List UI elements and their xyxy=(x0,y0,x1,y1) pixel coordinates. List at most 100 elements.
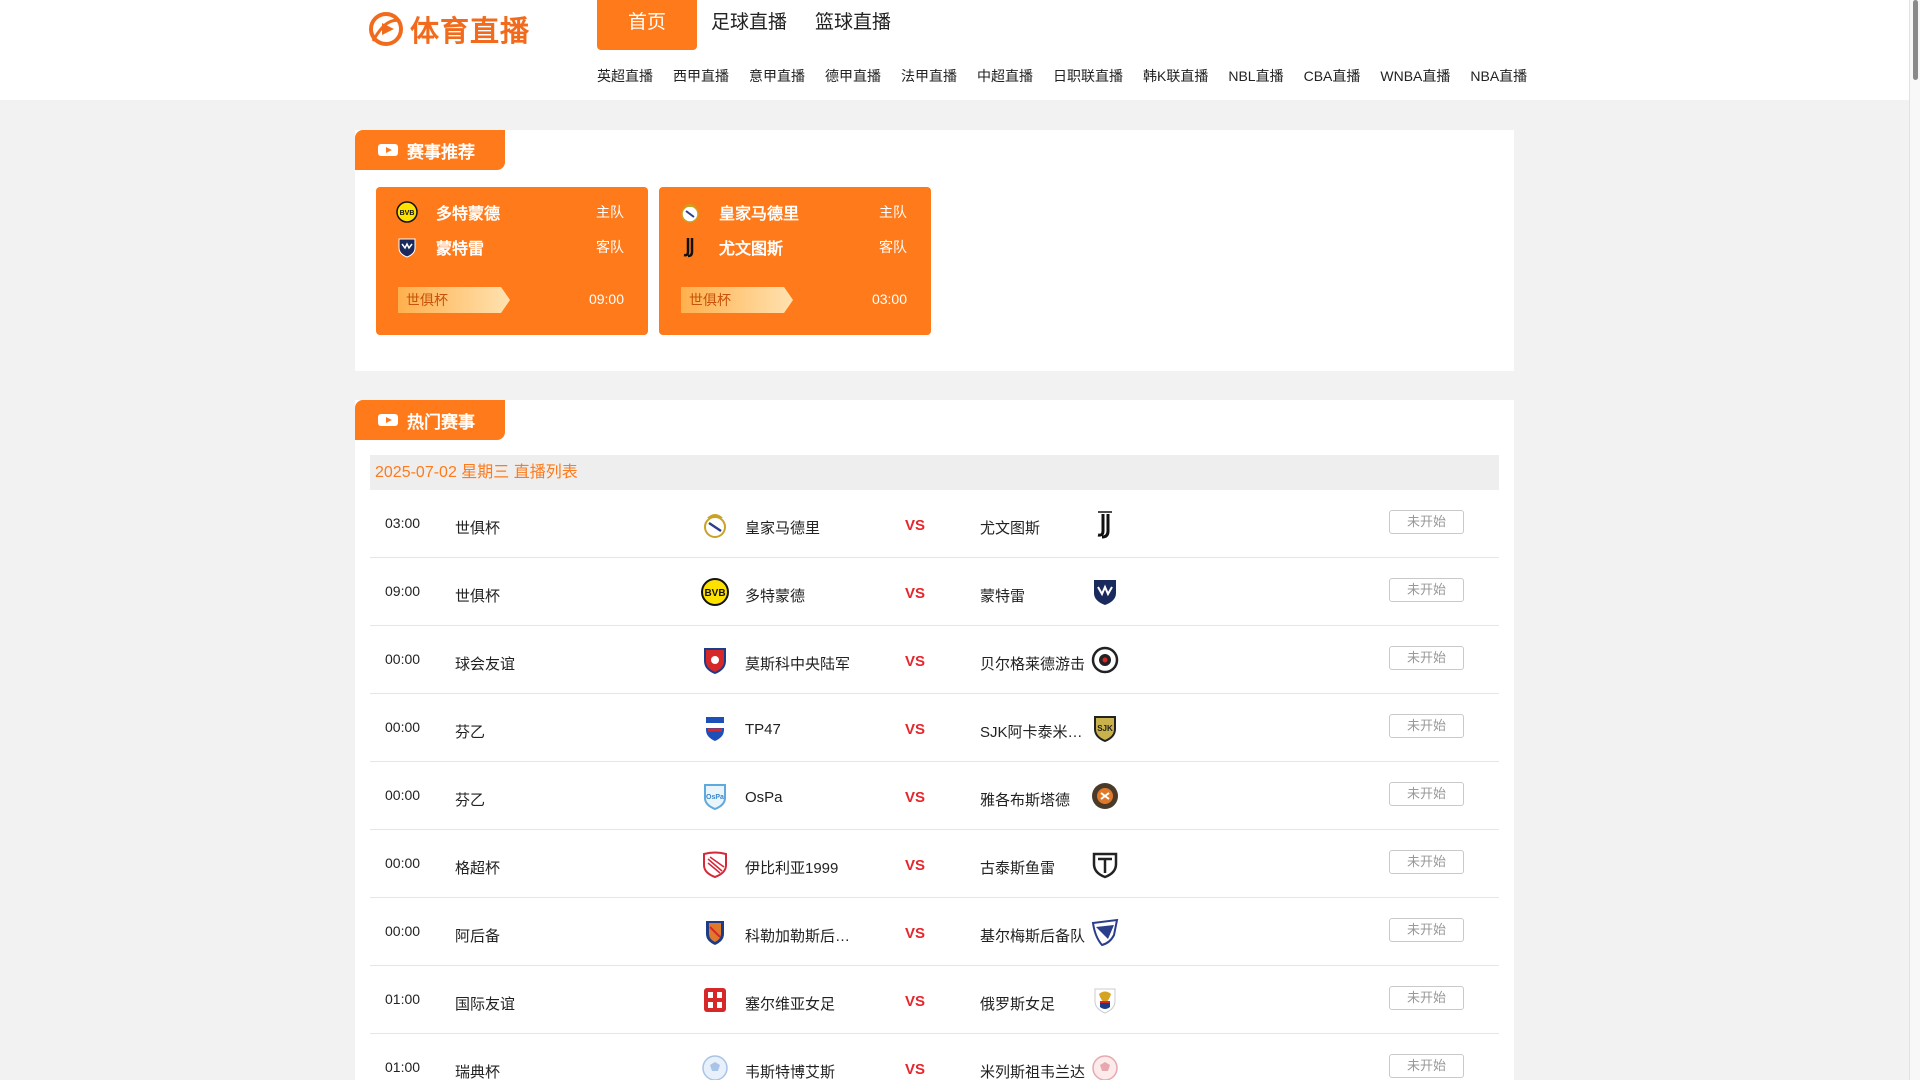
match-row[interactable]: 00:00 阿后备 科勒加勒斯后… VS 基尔梅斯后备队 未开始 xyxy=(370,898,1499,966)
video-camera-icon xyxy=(378,414,398,426)
nav-cba[interactable]: CBA直播 xyxy=(1304,66,1361,86)
match-home-team: 科勒加勒斯后… xyxy=(745,928,851,945)
jakobstad-badge-icon xyxy=(1092,783,1118,809)
nav-ligue1[interactable]: 法甲直播 xyxy=(901,66,957,86)
match-status-button[interactable]: 未开始 xyxy=(1389,1054,1464,1078)
card-time: 09:00 xyxy=(588,291,624,307)
match-status-button[interactable]: 未开始 xyxy=(1389,850,1464,874)
vs-label: VS xyxy=(905,789,926,806)
match-away-team: 贝尔格莱德游击 xyxy=(980,656,1086,673)
nav-wnba[interactable]: WNBA直播 xyxy=(1380,66,1450,86)
card-time: 03:00 xyxy=(871,291,907,307)
torpedo-badge-icon xyxy=(1092,852,1118,879)
tp47-badge-icon xyxy=(706,717,724,741)
match-time: 09:00 xyxy=(385,583,421,599)
match-row[interactable]: 01:00 国际友谊 塞尔维亚女足 VS 俄罗斯女足 未开始 xyxy=(370,966,1499,1034)
card-home-row: 皇家马德里 主队 xyxy=(679,199,907,225)
match-home-team: 多特蒙德 xyxy=(745,588,806,605)
match-away-team: 俄罗斯女足 xyxy=(980,996,1056,1013)
logo-text: 体育直播 xyxy=(410,14,531,48)
match-home-team: TP47 xyxy=(745,721,781,738)
nav-jleague[interactable]: 日职联直播 xyxy=(1053,66,1123,86)
match-away-team: 基尔梅斯后备队 xyxy=(980,928,1086,945)
monterrey-badge-icon xyxy=(1094,580,1116,605)
match-time: 00:00 xyxy=(385,787,421,803)
match-away-team: 古泰斯鱼雷 xyxy=(980,860,1056,877)
nav-kleague[interactable]: 韩K联直播 xyxy=(1143,66,1208,86)
scrollbar-thumb[interactable] xyxy=(1913,0,1918,80)
match-league: 瑞典杯 xyxy=(455,1064,501,1080)
vs-label: VS xyxy=(905,517,926,534)
match-row[interactable]: 00:00 芬乙 OsPa OsPa VS 雅各布斯塔德 未开始 xyxy=(370,762,1499,830)
quilmes-badge-icon xyxy=(1091,918,1119,947)
match-home-team: 韦斯特博艾斯 xyxy=(745,1064,836,1080)
match-row[interactable]: 01:00 瑞典杯 韦斯特博艾斯 VS 米列斯祖韦兰达 未开始 xyxy=(370,1034,1499,1080)
match-league: 阿后备 xyxy=(455,928,501,945)
nav-csl[interactable]: 中超直播 xyxy=(977,66,1033,86)
nav-basketball-live[interactable]: 篮球直播 xyxy=(801,0,905,50)
card-home-row: BVB 多特蒙德 主队 xyxy=(396,199,624,225)
nav-seriea[interactable]: 意甲直播 xyxy=(749,66,805,86)
svg-text:SJK: SJK xyxy=(1097,724,1113,733)
match-row[interactable]: 00:00 格超杯 伊比利亚1999 VS 古泰斯鱼雷 未开始 xyxy=(370,830,1499,898)
match-status-button[interactable]: 未开始 xyxy=(1389,714,1464,738)
match-home-team: 伊比利亚1999 xyxy=(745,860,839,877)
recommend-card[interactable]: 皇家马德里 主队 尤文图斯 客队 世俱杯 03:00 xyxy=(659,187,931,335)
card-away-row: 蒙特雷 客队 xyxy=(396,234,624,260)
vs-label: VS xyxy=(905,993,926,1010)
hot-matches-panel: 热门赛事 2025-07-02 星期三 直播列表 03:00 世俱杯 皇家马德里… xyxy=(355,400,1514,1080)
svg-text:BVB: BVB xyxy=(400,210,415,217)
match-status-button[interactable]: 未开始 xyxy=(1389,510,1464,534)
match-away-team: 米列斯祖韦兰达 xyxy=(980,1064,1086,1080)
vs-label: VS xyxy=(905,925,926,942)
real-madrid-badge-icon xyxy=(679,201,701,223)
match-row[interactable]: 00:00 球会友谊 莫斯科中央陆军 VS 贝尔格莱德游击 未开始 xyxy=(370,626,1499,694)
juventus-badge-icon xyxy=(1097,511,1112,539)
match-status-button[interactable]: 未开始 xyxy=(1389,646,1464,670)
juventus-badge-icon xyxy=(679,236,701,258)
nav-nba[interactable]: NBA直播 xyxy=(1470,66,1527,86)
match-league: 国际友谊 xyxy=(455,996,516,1013)
nav-bundesliga[interactable]: 德甲直播 xyxy=(825,66,881,86)
sjk-badge-icon: SJK xyxy=(1094,716,1116,743)
recommend-panel: 赛事推荐 BVB 多特蒙德 主队 蒙特雷 客队 世俱杯 09:00 皇家马德里 … xyxy=(355,130,1514,371)
match-league: 格超杯 xyxy=(455,860,501,877)
match-row[interactable]: 03:00 世俱杯 皇家马德里 VS 尤文图斯 未开始 xyxy=(370,490,1499,558)
match-status-button[interactable]: 未开始 xyxy=(1389,578,1464,602)
nav-football-live[interactable]: 足球直播 xyxy=(697,0,801,50)
nav-laliga[interactable]: 西甲直播 xyxy=(673,66,729,86)
real-madrid-badge-icon xyxy=(704,514,726,538)
card-away-row: 尤文图斯 客队 xyxy=(679,234,907,260)
match-time: 01:00 xyxy=(385,991,421,1007)
serbia-badge-icon xyxy=(704,988,726,1012)
match-row[interactable]: 00:00 芬乙 TP47 VS SJK阿卡泰米… SJK 未开始 xyxy=(370,694,1499,762)
match-status-button[interactable]: 未开始 xyxy=(1389,986,1464,1010)
match-time: 00:00 xyxy=(385,651,421,667)
generic-ball-badge-icon xyxy=(1092,1055,1118,1080)
match-home-team: 塞尔维亚女足 xyxy=(745,996,836,1013)
match-away-team: SJK阿卡泰米… xyxy=(980,724,1083,741)
card-home-team: 多特蒙德 xyxy=(436,206,501,223)
card-league: 世俱杯 xyxy=(681,287,793,313)
nav-epl[interactable]: 英超直播 xyxy=(597,66,653,86)
match-league: 球会友谊 xyxy=(455,656,516,673)
card-league: 世俱杯 xyxy=(398,287,510,313)
logo-icon xyxy=(369,12,403,46)
match-league: 世俱杯 xyxy=(455,588,501,605)
match-status-button[interactable]: 未开始 xyxy=(1389,782,1464,806)
match-league: 芬乙 xyxy=(455,724,486,741)
nav-nbl[interactable]: NBL直播 xyxy=(1228,66,1283,86)
russia-badge-icon xyxy=(1094,988,1116,1014)
nav-home[interactable]: 首页 xyxy=(597,0,697,50)
match-row[interactable]: 09:00 世俱杯 BVB 多特蒙德 VS 蒙特雷 未开始 xyxy=(370,558,1499,626)
dortmund-badge-icon: BVB xyxy=(701,578,729,606)
date-heading: 2025-07-02 星期三 直播列表 xyxy=(370,455,1499,490)
site-logo[interactable]: 体育直播 xyxy=(368,8,530,50)
match-away-team: 雅各布斯塔德 xyxy=(980,792,1071,809)
ospa-badge-icon: OsPa xyxy=(704,784,726,811)
card-home-role: 主队 xyxy=(596,204,624,220)
card-away-team: 尤文图斯 xyxy=(719,241,784,258)
page-scrollbar[interactable] xyxy=(1909,0,1920,1080)
recommend-card[interactable]: BVB 多特蒙德 主队 蒙特雷 客队 世俱杯 09:00 xyxy=(376,187,648,335)
match-status-button[interactable]: 未开始 xyxy=(1389,918,1464,942)
